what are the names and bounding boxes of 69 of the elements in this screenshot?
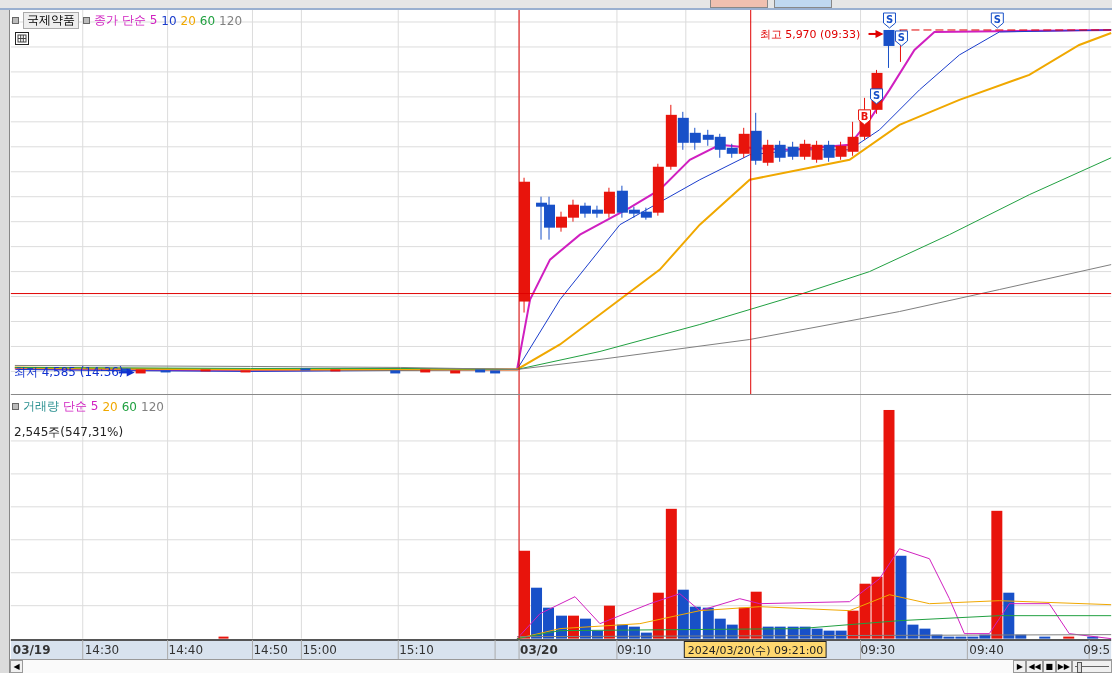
candlestick xyxy=(420,369,431,373)
date-label: 03/19 xyxy=(12,643,51,657)
time-label: 09:10 xyxy=(616,643,652,657)
legend-item: 종가 단순 5 xyxy=(94,12,158,29)
candlestick xyxy=(300,368,311,371)
legend-item: 거래량 xyxy=(23,398,59,415)
time-label: 14:50 xyxy=(253,643,288,657)
candlestick xyxy=(240,370,251,373)
candlestick xyxy=(799,139,811,161)
volume-bar xyxy=(774,627,786,640)
candlestick xyxy=(579,202,591,219)
candlestick xyxy=(536,196,547,241)
table-icon[interactable] xyxy=(15,32,29,45)
volume-bar xyxy=(823,631,835,640)
candlestick xyxy=(475,369,486,373)
time-label: 15:10 xyxy=(399,643,434,657)
candlestick xyxy=(450,370,461,374)
sell-signal-marker: S xyxy=(990,12,1004,29)
time-label: 09:5 xyxy=(1083,643,1111,657)
time-label: 14:30 xyxy=(84,643,120,657)
time-label: 15:00 xyxy=(302,643,337,657)
time-label: 09:30 xyxy=(860,643,896,657)
volume-bar xyxy=(568,616,579,640)
volume-reading: 2,545주(547,31%) xyxy=(14,424,124,441)
cut-off-button[interactable] xyxy=(710,0,768,8)
sell-signal-marker: S xyxy=(870,88,883,105)
cursor-time-label: 2024/03/20(수) 09:21:00 xyxy=(683,641,827,658)
candlestick xyxy=(390,370,401,374)
cut-off-button[interactable] xyxy=(774,0,832,8)
pane-handle-icon[interactable] xyxy=(12,403,19,410)
scroll-left-button[interactable]: ◀ xyxy=(10,660,23,673)
slider-thumb[interactable] xyxy=(1076,662,1082,673)
volume-bar xyxy=(787,627,799,640)
legend-item: 60 xyxy=(121,399,137,414)
legend-item: 10 xyxy=(161,13,177,28)
play-button[interactable]: ▶ xyxy=(1013,660,1027,673)
candlestick xyxy=(811,140,823,164)
volume-bar xyxy=(811,629,823,640)
candlestick xyxy=(568,199,579,223)
rewind-button[interactable]: ◀◀ xyxy=(1026,660,1043,673)
candlestick xyxy=(787,141,799,161)
pane-handle-icon[interactable] xyxy=(12,17,19,24)
candlestick xyxy=(330,369,341,372)
legend-item: 단순 5 xyxy=(63,398,99,415)
high-price-label: 최고 5,970 (09:33) xyxy=(759,27,861,41)
volume-bar xyxy=(799,627,811,640)
candlestick xyxy=(823,140,835,163)
time-label: 09:40 xyxy=(969,643,1004,657)
zoom-slider[interactable] xyxy=(1072,660,1112,673)
legend-item: 120 xyxy=(141,399,164,414)
legend-item: 20 xyxy=(102,399,118,414)
sell-signal-marker: S xyxy=(883,12,896,29)
arrow-icon xyxy=(867,29,884,38)
candlestick xyxy=(774,140,786,163)
time-label: 14:40 xyxy=(168,643,204,657)
candlestick xyxy=(135,369,146,374)
candlestick xyxy=(160,370,171,373)
stock-name-button[interactable]: 국제약품 xyxy=(23,12,79,29)
date-label: 03/20 xyxy=(520,643,558,657)
candlestick xyxy=(200,369,211,372)
candlestick xyxy=(883,29,895,69)
legend-item: 60 xyxy=(199,13,216,28)
legend-item: 120 xyxy=(219,13,242,28)
sell-signal-marker: S xyxy=(895,30,908,47)
volume-bar xyxy=(556,616,567,640)
pane-handle-icon[interactable] xyxy=(83,17,90,24)
candlestick xyxy=(490,370,501,374)
legend-item: 20 xyxy=(180,13,196,28)
buy-signal-marker: B xyxy=(858,109,871,126)
